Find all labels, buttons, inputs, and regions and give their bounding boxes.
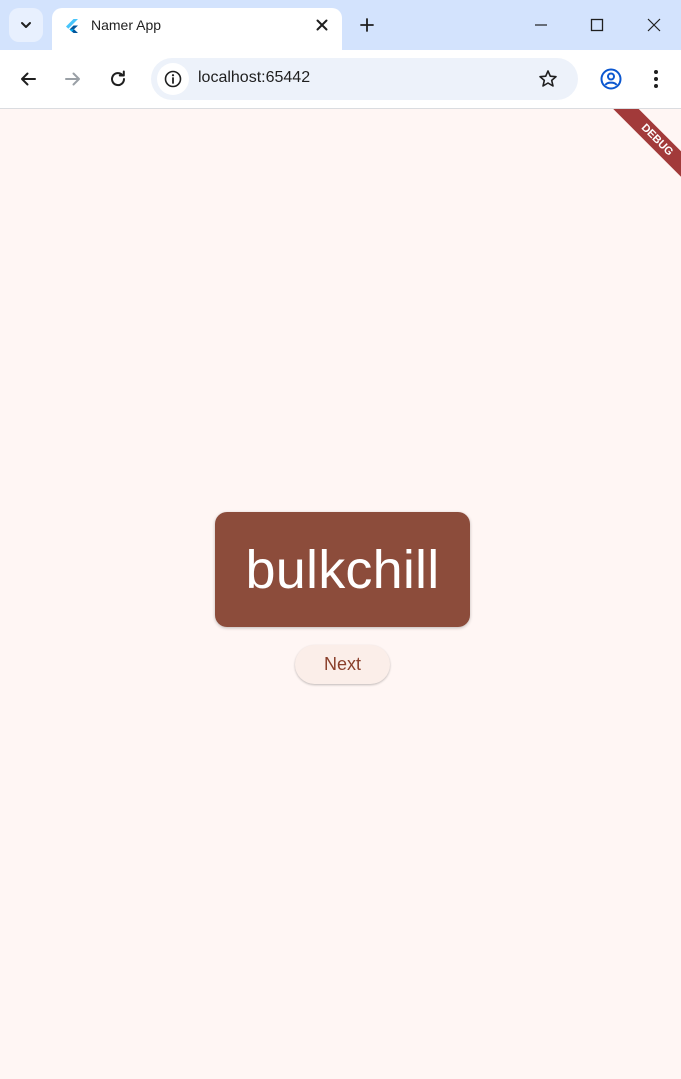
next-button[interactable]: Next: [295, 645, 390, 684]
chevron-down-icon: [21, 22, 31, 28]
address-bar[interactable]: localhost:65442: [151, 58, 578, 100]
close-icon: [647, 18, 661, 32]
flutter-icon: [66, 19, 78, 33]
word-pair-card: bulkchill: [215, 512, 470, 627]
browser-menu-button[interactable]: [643, 66, 669, 92]
minimize-button[interactable]: [528, 12, 554, 38]
back-arrow-icon: [21, 72, 36, 86]
browser-tab[interactable]: Namer App: [52, 8, 342, 50]
forward-button[interactable]: [60, 66, 86, 92]
back-button[interactable]: [15, 66, 41, 92]
close-tab-button[interactable]: [312, 15, 332, 35]
tab-search-button[interactable]: [9, 8, 43, 42]
new-tab-button[interactable]: [355, 13, 379, 37]
browser-toolbar: localhost:65442: [0, 50, 681, 109]
minimize-icon: [535, 24, 547, 26]
site-info-button[interactable]: [157, 63, 189, 95]
star-icon: [539, 70, 557, 87]
plus-icon: [360, 18, 374, 32]
bookmark-button[interactable]: [536, 67, 560, 91]
forward-arrow-icon: [65, 72, 80, 86]
info-icon: [164, 70, 182, 88]
close-window-button[interactable]: [641, 12, 667, 38]
tab-title: Namer App: [91, 17, 162, 33]
more-vert-icon: [654, 70, 658, 88]
app-viewport: DEBUG bulkchill Next: [0, 109, 681, 1079]
url-text[interactable]: localhost:65442: [198, 69, 310, 87]
reload-icon: [111, 70, 126, 87]
word-pair-text: bulkchill: [245, 539, 440, 600]
browser-titlebar: Namer App: [0, 0, 681, 50]
profile-icon: [600, 68, 622, 90]
close-icon: [316, 19, 328, 31]
maximize-icon: [590, 18, 604, 32]
debug-ribbon-label: DEBUG: [608, 109, 681, 189]
maximize-button[interactable]: [584, 12, 610, 38]
reload-button[interactable]: [105, 66, 131, 92]
next-button-label: Next: [323, 654, 361, 674]
profile-button[interactable]: [598, 66, 624, 92]
debug-banner: DEBUG: [601, 109, 681, 189]
